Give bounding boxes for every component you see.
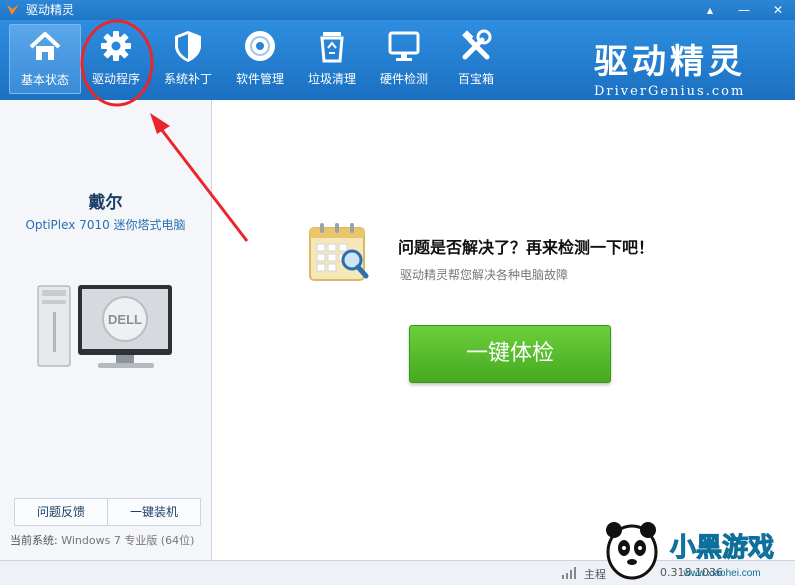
calendar-search-icon bbox=[309, 223, 369, 281]
close-icon: ✕ bbox=[772, 3, 784, 17]
app-logo-icon bbox=[7, 4, 19, 15]
dell-logo: DELL bbox=[108, 312, 142, 327]
system-value: Windows 7 专业版 (64位) bbox=[61, 534, 195, 547]
tab-label: 软件管理 bbox=[235, 72, 284, 86]
device-model: OptiPlex 7010 迷你塔式电脑 bbox=[25, 218, 186, 232]
tab-system-patch[interactable]: 系统补丁 bbox=[153, 24, 223, 92]
skin-button[interactable]: ▲ bbox=[693, 0, 727, 20]
recycle-bin-icon bbox=[320, 32, 344, 63]
signal-icon bbox=[562, 567, 576, 579]
system-label: 当前系统: bbox=[10, 534, 58, 547]
feedback-button[interactable]: 问题反馈 bbox=[14, 498, 108, 526]
tab-label: 基本状态 bbox=[20, 73, 69, 87]
disc-icon bbox=[245, 31, 275, 61]
one-click-install-button[interactable]: 一键装机 bbox=[107, 498, 201, 526]
tab-label: 驱动程序 bbox=[91, 72, 140, 86]
tab-label: 百宝箱 bbox=[457, 72, 494, 86]
brand-en: DriverGenius.com bbox=[594, 84, 746, 99]
close-button[interactable]: ✕ bbox=[761, 0, 795, 20]
tab-label: 硬件检测 bbox=[379, 72, 428, 86]
minimize-icon: — bbox=[738, 3, 750, 17]
home-icon bbox=[29, 32, 61, 60]
tab-basic-status[interactable]: 基本状态 bbox=[9, 24, 81, 94]
tab-hardware-check[interactable]: 硬件检测 bbox=[369, 24, 439, 92]
tab-software-manage[interactable]: 软件管理 bbox=[225, 24, 295, 92]
tab-label: 系统补丁 bbox=[163, 72, 212, 86]
device-brand: 戴尔 bbox=[88, 193, 123, 213]
title-bar: 驱动精灵 ▲ — ✕ bbox=[0, 0, 795, 20]
tab-label: 垃圾清理 bbox=[307, 72, 356, 86]
main-toolbar: 基本状态 驱动程序 系统补丁 软件管理 垃圾清理 硬件检测 百宝箱 驱动精灵 D… bbox=[0, 20, 795, 100]
tab-drivers[interactable]: 驱动程序 bbox=[81, 24, 151, 92]
tools-icon bbox=[462, 29, 492, 60]
check-prompt-title: 问题是否解决了？再来检测一下吧！ bbox=[398, 238, 655, 257]
tab-junk-clean[interactable]: 垃圾清理 bbox=[297, 24, 367, 92]
minimize-button[interactable]: — bbox=[727, 0, 761, 20]
main-panel: 问题是否解决了？再来检测一下吧！ 驱动精灵帮您解决各种电脑故障 一键体检 bbox=[212, 100, 795, 560]
watermark-url: www.xiaohei.com bbox=[682, 568, 760, 579]
skin-icon: ▲ bbox=[706, 5, 714, 15]
tab-toolbox[interactable]: 百宝箱 bbox=[441, 24, 511, 92]
current-system: 当前系统: Windows 7 专业版 (64位) bbox=[10, 532, 194, 548]
one-click-checkup-button[interactable]: 一键体检 bbox=[409, 325, 611, 383]
window-title: 驱动精灵 bbox=[26, 3, 75, 17]
computer-illustration: DELL bbox=[37, 285, 172, 368]
brand-cn: 驱动精灵 bbox=[594, 42, 746, 82]
check-prompt-subtitle: 驱动精灵帮您解决各种电脑故障 bbox=[400, 268, 569, 282]
watermark-text: 小黑游戏 bbox=[670, 533, 774, 563]
shield-icon bbox=[175, 31, 201, 62]
gear-icon bbox=[101, 31, 131, 61]
monitor-icon bbox=[388, 31, 420, 61]
brand-logo: 驱动精灵 DriverGenius.com bbox=[588, 32, 768, 102]
xiaohei-watermark: 小黑游戏 www.xiaohei.com bbox=[606, 522, 775, 580]
device-sidebar: 戴尔 OptiPlex 7010 迷你塔式电脑 DELL 问题反馈 一键装机 当… bbox=[0, 100, 212, 560]
